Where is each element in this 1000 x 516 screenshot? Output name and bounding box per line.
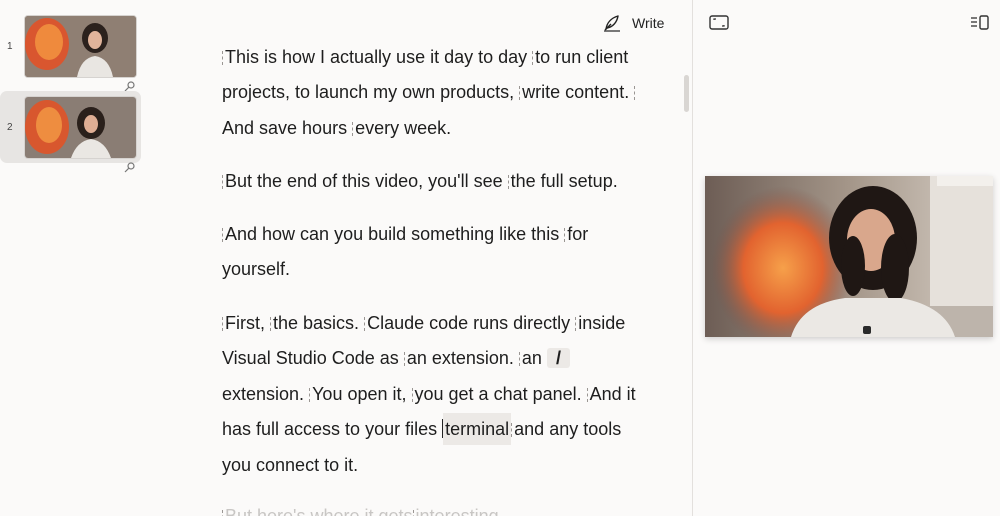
sentence-marker[interactable]	[222, 228, 224, 242]
sentence[interactable]: You open it,	[312, 384, 406, 404]
sentence[interactable]: Claude code runs directly	[367, 313, 570, 333]
sentence-marker[interactable]	[564, 228, 566, 242]
sentence[interactable]: the basics.	[273, 313, 359, 333]
write-button[interactable]: Write	[602, 12, 664, 34]
sentence-marker[interactable]	[270, 317, 272, 331]
preview-panel	[693, 0, 1000, 516]
sentence-marker[interactable]	[412, 510, 415, 516]
sentence-marker[interactable]	[411, 387, 414, 402]
scrollbar-thumb[interactable]	[684, 75, 689, 112]
script-paragraph[interactable]: But here's where it gets interesting.	[222, 499, 642, 516]
sentence[interactable]: an	[522, 348, 542, 368]
video-frame	[705, 176, 993, 337]
script-paragraph[interactable]: And how can you build something like thi…	[222, 217, 642, 288]
sentence-marker[interactable]	[519, 86, 521, 101]
sentence[interactable]: interesting.	[416, 506, 504, 516]
sentence[interactable]: the full setup.	[511, 171, 618, 191]
sentence-marker[interactable]	[634, 86, 636, 101]
sentence[interactable]: This is how I actually use it day to day	[225, 47, 527, 67]
fullscreen-icon[interactable]	[709, 14, 729, 32]
sentence[interactable]: But here's where it gets	[225, 506, 413, 516]
sentence-marker[interactable]	[532, 51, 534, 65]
script-paragraph[interactable]: This is how I actually use it day to day…	[222, 40, 642, 146]
sentence-marker[interactable]	[575, 317, 577, 331]
highlighted-word[interactable]: terminal	[443, 413, 512, 446]
sentence-marker[interactable]	[222, 317, 224, 331]
script-paragraph[interactable]: First, the basics. Claude code runs dire…	[222, 306, 642, 483]
sentence-marker[interactable]	[309, 387, 311, 402]
sentence-marker[interactable]	[352, 121, 354, 136]
sentence-marker[interactable]	[511, 423, 513, 438]
sentence-marker[interactable]	[507, 175, 510, 189]
sentence[interactable]: an extension.	[407, 348, 514, 368]
sentence[interactable]: And how can you build something like thi…	[225, 224, 559, 244]
sentence-marker[interactable]	[586, 387, 589, 402]
sentence-marker[interactable]	[518, 352, 521, 367]
sentence[interactable]: you get a chat panel.	[415, 384, 582, 404]
script-paragraph[interactable]: But the end of this video, you'll see th…	[222, 164, 642, 199]
pen-nib-icon	[604, 15, 620, 32]
write-label: Write	[632, 15, 665, 31]
script-editor[interactable]: Write This is how I actually use it day …	[0, 0, 692, 516]
sentence-marker[interactable]	[222, 175, 224, 189]
sentence-marker[interactable]	[222, 51, 224, 65]
video-preview[interactable]	[705, 176, 993, 337]
sentence[interactable]: And save hours	[222, 118, 347, 138]
sentence[interactable]: write content.	[522, 82, 629, 102]
panel-layout-icon[interactable]	[970, 14, 990, 32]
slash-command-chip[interactable]: /	[546, 348, 570, 369]
sentence[interactable]: extension.	[222, 384, 304, 404]
sentence[interactable]: First,	[225, 313, 265, 333]
sentence-marker[interactable]	[364, 317, 366, 331]
sentence[interactable]: But the end of this video, you'll see	[225, 171, 503, 191]
sentence-marker[interactable]	[403, 352, 406, 367]
sentence[interactable]: every week.	[355, 118, 451, 138]
sentence-marker[interactable]	[222, 510, 224, 516]
